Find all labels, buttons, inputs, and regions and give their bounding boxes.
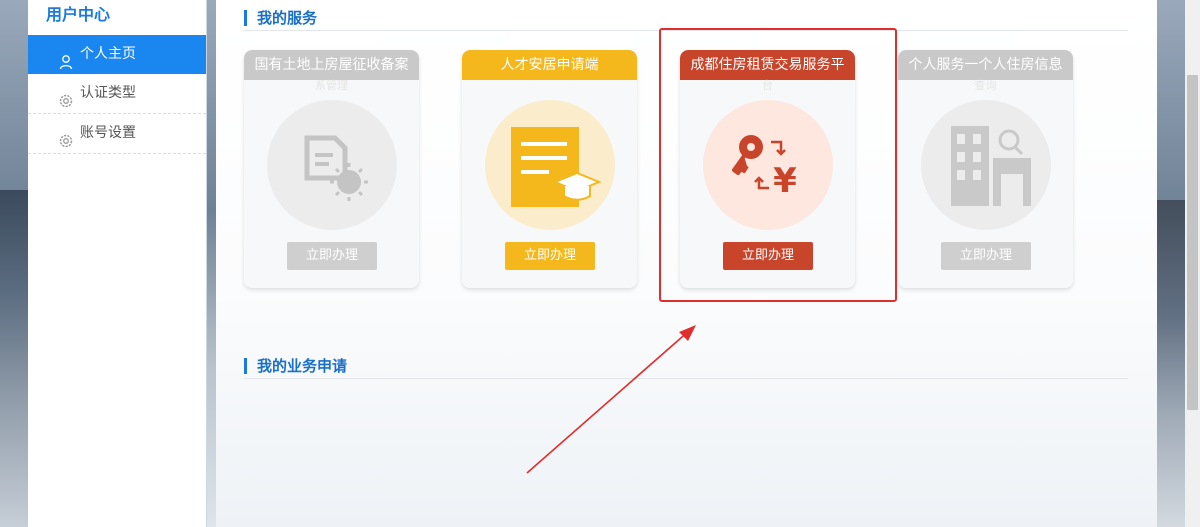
annotation-arrow (526, 325, 696, 474)
scrollbar-thumb[interactable] (1187, 75, 1198, 410)
page-scrollbar[interactable] (1185, 0, 1200, 527)
